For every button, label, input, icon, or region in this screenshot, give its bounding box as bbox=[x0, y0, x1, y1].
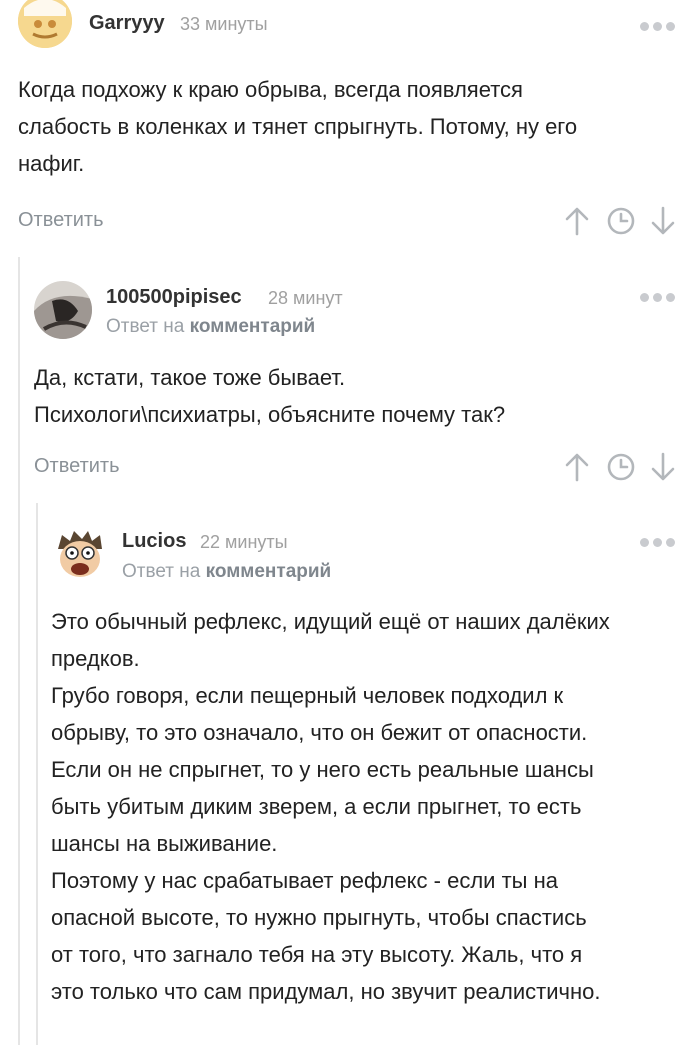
avatar-lucios[interactable] bbox=[52, 527, 108, 583]
reply-button[interactable]: Ответить bbox=[34, 455, 120, 478]
arrow-down-icon[interactable] bbox=[650, 206, 676, 236]
text-line: шансы на выживание. bbox=[51, 831, 278, 856]
timestamp: 28 минут bbox=[268, 288, 343, 308]
username[interactable]: 100500pipisec bbox=[106, 286, 242, 309]
text-line: нафиг. bbox=[18, 151, 85, 176]
username[interactable]: Garryyy bbox=[89, 12, 165, 35]
avatar-image bbox=[52, 527, 108, 583]
text-line: от того, что загнало тебя на эту высоту.… bbox=[51, 942, 583, 967]
text-line: Это обычный рефлекс, идущий ещё от наших… bbox=[51, 609, 610, 634]
text-line: быть убитым диким зверем, а если прыгнет… bbox=[51, 794, 582, 819]
clock-icon[interactable] bbox=[606, 452, 636, 482]
text-line: обрыву, то это означало, что он бежит от… bbox=[51, 720, 588, 745]
reply-to-comment-link[interactable]: комментарий bbox=[190, 316, 316, 337]
text-line: слабость в коленках и тянет спрыгнуть. П… bbox=[18, 114, 578, 139]
clock-icon[interactable] bbox=[606, 206, 636, 236]
text-line: Да, кстати, такое тоже бывает. bbox=[34, 365, 346, 390]
reply-to-prefix: Ответ на bbox=[122, 561, 201, 582]
text-line: Грубо говоря, если пещерный человек подх… bbox=[51, 683, 564, 708]
timestamp: 22 минуты bbox=[200, 532, 288, 552]
thread-line bbox=[18, 257, 20, 1045]
arrow-up-icon[interactable] bbox=[564, 452, 590, 482]
arrow-down-icon[interactable] bbox=[650, 452, 676, 482]
reply-button[interactable]: Ответить bbox=[18, 209, 104, 232]
text-line: Психологи\психиатры, объясните почему та… bbox=[34, 402, 506, 427]
timestamp: 33 минуты bbox=[180, 14, 268, 34]
text-line: опасной высоте, то нужно прыгнуть, чтобы… bbox=[51, 905, 587, 930]
text-line: Когда подхожу к краю обрыва, всегда появ… bbox=[18, 77, 523, 102]
more-dots-icon[interactable] bbox=[640, 536, 680, 548]
more-dots-icon[interactable] bbox=[640, 20, 680, 32]
reply-to: Ответ на комментарий bbox=[106, 316, 315, 338]
avatar-image bbox=[34, 281, 92, 339]
username[interactable]: Lucios bbox=[122, 530, 186, 553]
comment-text: Когда подхожу к краю обрыва, всегда появ… bbox=[18, 71, 678, 182]
reply-to: Ответ на комментарий bbox=[122, 561, 331, 583]
text-line: Если он не спрыгнет, то у него есть реал… bbox=[51, 757, 594, 782]
reply-to-prefix: Ответ на bbox=[106, 316, 185, 337]
avatar-garryyy[interactable] bbox=[18, 0, 72, 48]
arrow-up-icon[interactable] bbox=[564, 206, 590, 236]
reply-to-comment-link[interactable]: комментарий bbox=[206, 561, 332, 582]
avatar-100500pipisec[interactable] bbox=[34, 281, 92, 339]
text-line: предков. bbox=[51, 646, 140, 671]
text-line: Поэтому у нас срабатывает рефлекс - если… bbox=[51, 868, 558, 893]
avatar-image bbox=[18, 0, 72, 48]
text-line: это только что сам придумал, но звучит р… bbox=[51, 979, 601, 1004]
comment-text: Да, кстати, такое тоже бывает. Психологи… bbox=[34, 359, 674, 433]
thread-line bbox=[36, 503, 38, 1045]
comment-text: Это обычный рефлекс, идущий ещё от наших… bbox=[51, 603, 691, 1010]
more-dots-icon[interactable] bbox=[640, 291, 680, 303]
